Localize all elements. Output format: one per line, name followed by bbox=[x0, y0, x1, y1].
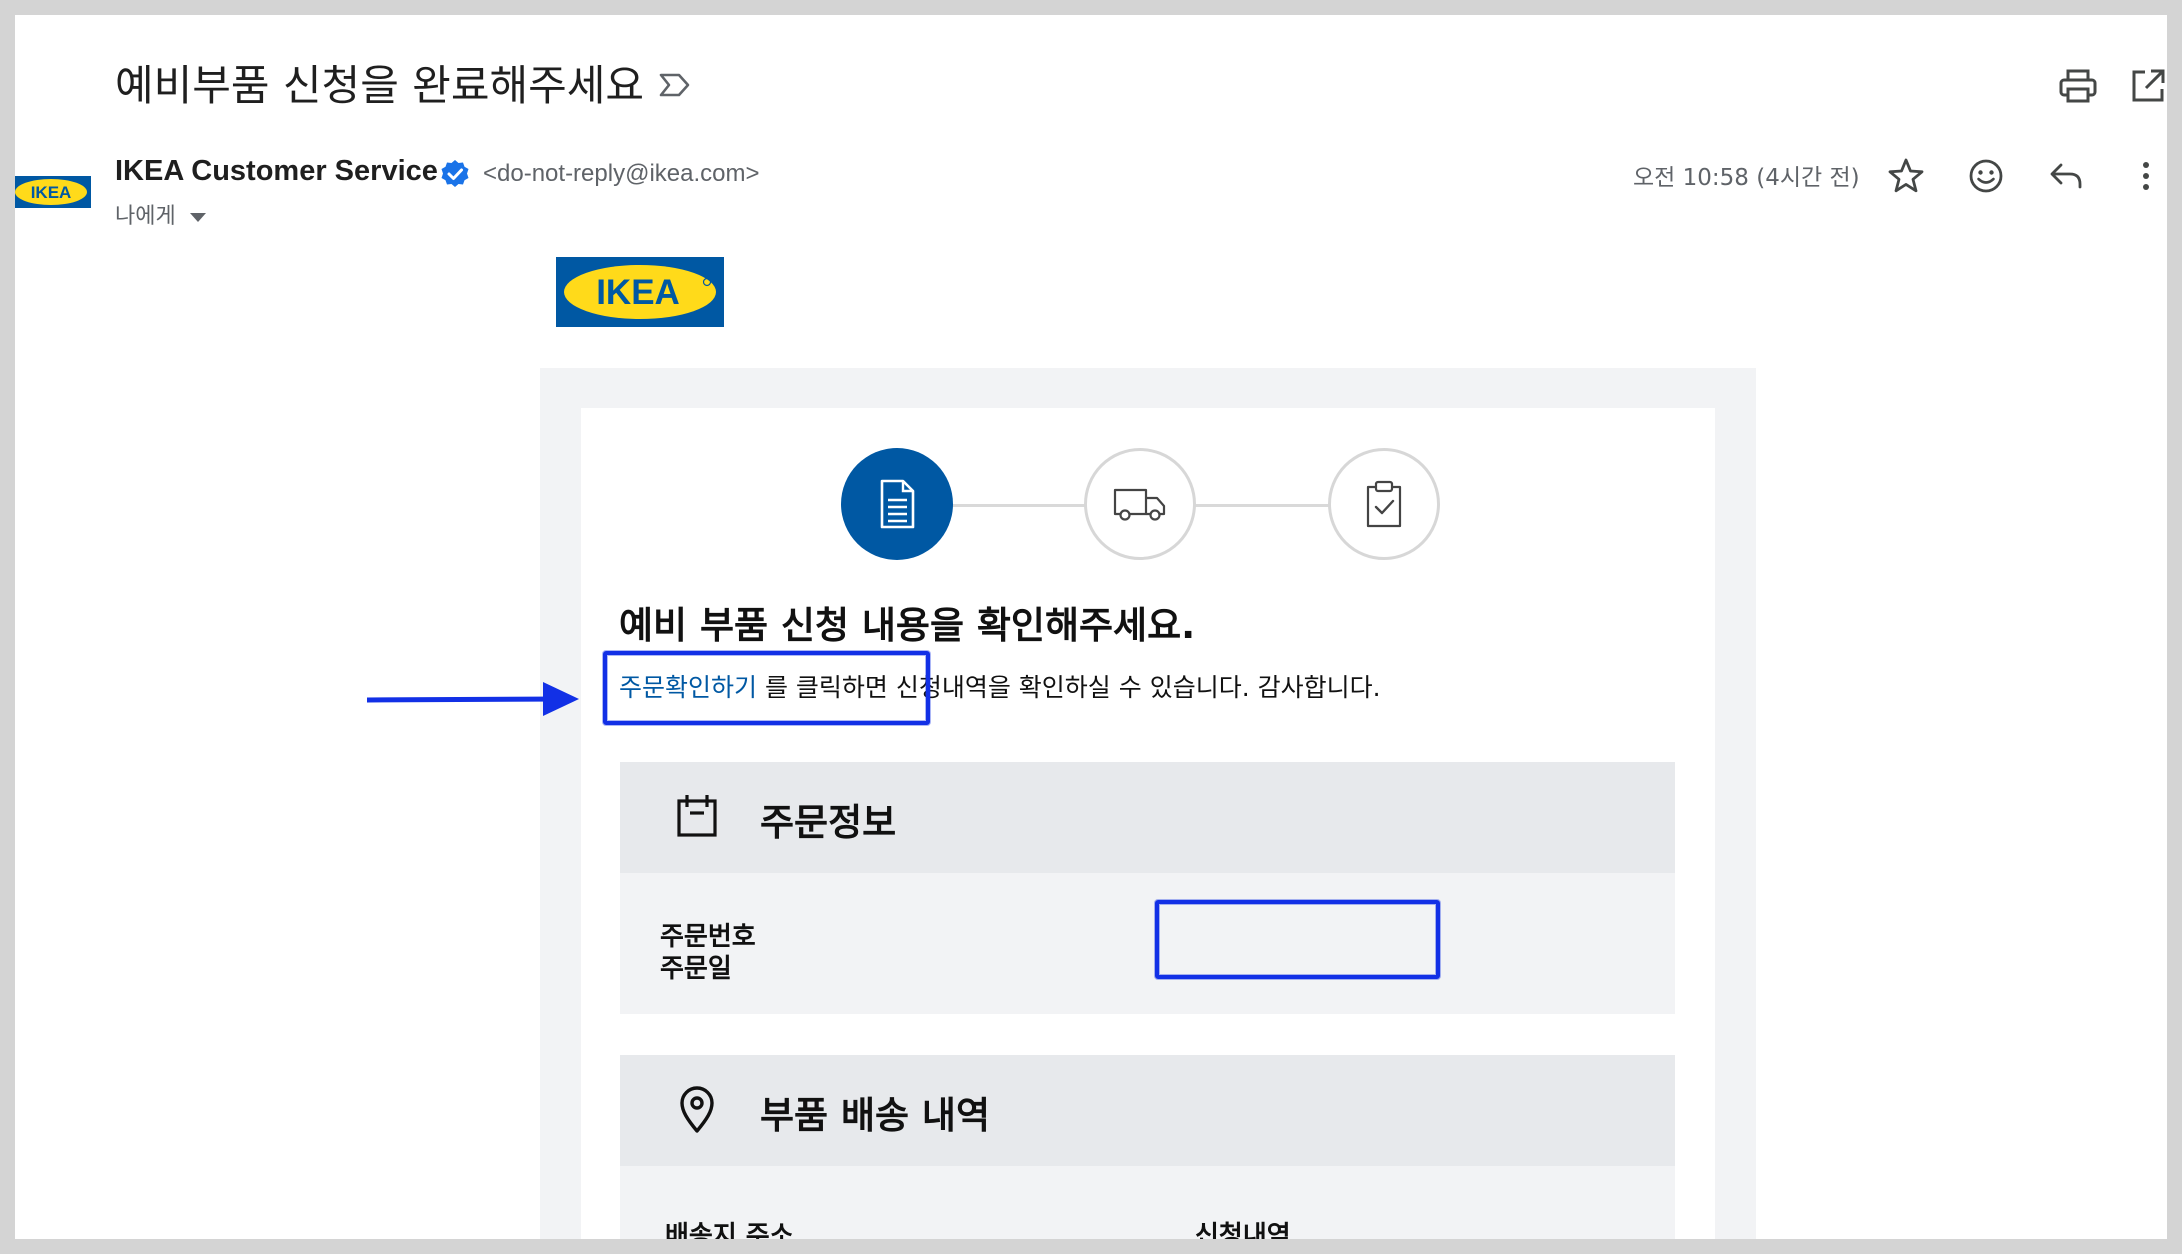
order-info-title: 주문정보 bbox=[760, 801, 897, 844]
delivery-title: 부품 배송 내역 bbox=[760, 1094, 991, 1137]
step-shipping bbox=[1084, 448, 1196, 560]
email-subject: 예비부품 신청을 완료해주세요 bbox=[115, 61, 645, 110]
email-viewer: 예비부품 신청을 완료해주세요 IKEA IKEA Customer Servi… bbox=[15, 15, 2167, 1239]
delivery-header: 부품 배송 내역 bbox=[620, 1055, 1675, 1166]
delivery-body: 배송지 주소 신청내역 bbox=[620, 1166, 1675, 1239]
sender-avatar-logo-text: IKEA bbox=[31, 183, 72, 202]
location-pin-icon bbox=[680, 1086, 714, 1133]
add-reaction-icon[interactable] bbox=[1963, 153, 2009, 199]
step-connector bbox=[952, 504, 1090, 507]
annotation-arrow-icon bbox=[367, 682, 579, 716]
order-number-label: 주문번호 bbox=[660, 922, 756, 952]
request-details-label: 신청내역 bbox=[1195, 1221, 1291, 1239]
verified-badge-icon bbox=[441, 160, 469, 187]
ikea-logo-text: IKEA bbox=[596, 273, 680, 312]
step-connector bbox=[1194, 504, 1338, 507]
print-icon[interactable] bbox=[2055, 63, 2101, 109]
order-date-label: 주문일 bbox=[660, 954, 732, 984]
annotation-highlight-link bbox=[603, 651, 930, 725]
ikea-logo: IKEA bbox=[556, 257, 724, 327]
reply-icon[interactable] bbox=[2043, 153, 2089, 199]
truck-icon bbox=[1113, 488, 1166, 521]
calendar-icon bbox=[677, 795, 717, 837]
delivery-address-label: 배송지 주소 bbox=[665, 1221, 794, 1239]
importance-marker-icon[interactable] bbox=[655, 65, 695, 105]
document-icon bbox=[880, 479, 915, 529]
sender-email: <do-not-reply@ikea.com> bbox=[483, 160, 760, 187]
email-timestamp: 오전 10:58 (4시간 전) bbox=[1633, 165, 1860, 191]
star-icon[interactable] bbox=[1883, 153, 1929, 199]
order-info-header: 주문정보 bbox=[620, 762, 1675, 873]
open-in-new-window-icon[interactable] bbox=[2125, 63, 2167, 109]
annotation-redacted-order-values bbox=[1155, 900, 1440, 979]
recipient-label: 나에게 bbox=[115, 204, 176, 229]
sender-avatar-logo: IKEA bbox=[15, 176, 91, 208]
sender-name: IKEA Customer Service bbox=[115, 155, 438, 187]
step-complete bbox=[1328, 448, 1440, 560]
step-order-received bbox=[841, 448, 953, 560]
order-info-body: 주문번호 주문일 bbox=[620, 873, 1675, 1014]
email-headline: 예비 부품 신청 내용을 확인해주세요. bbox=[619, 604, 1196, 647]
recipient-details-toggle[interactable]: 나에게 bbox=[115, 198, 206, 230]
clipboard-check-icon bbox=[1366, 480, 1402, 528]
more-options-icon[interactable] bbox=[2123, 153, 2167, 199]
chevron-down-icon bbox=[189, 212, 206, 222]
